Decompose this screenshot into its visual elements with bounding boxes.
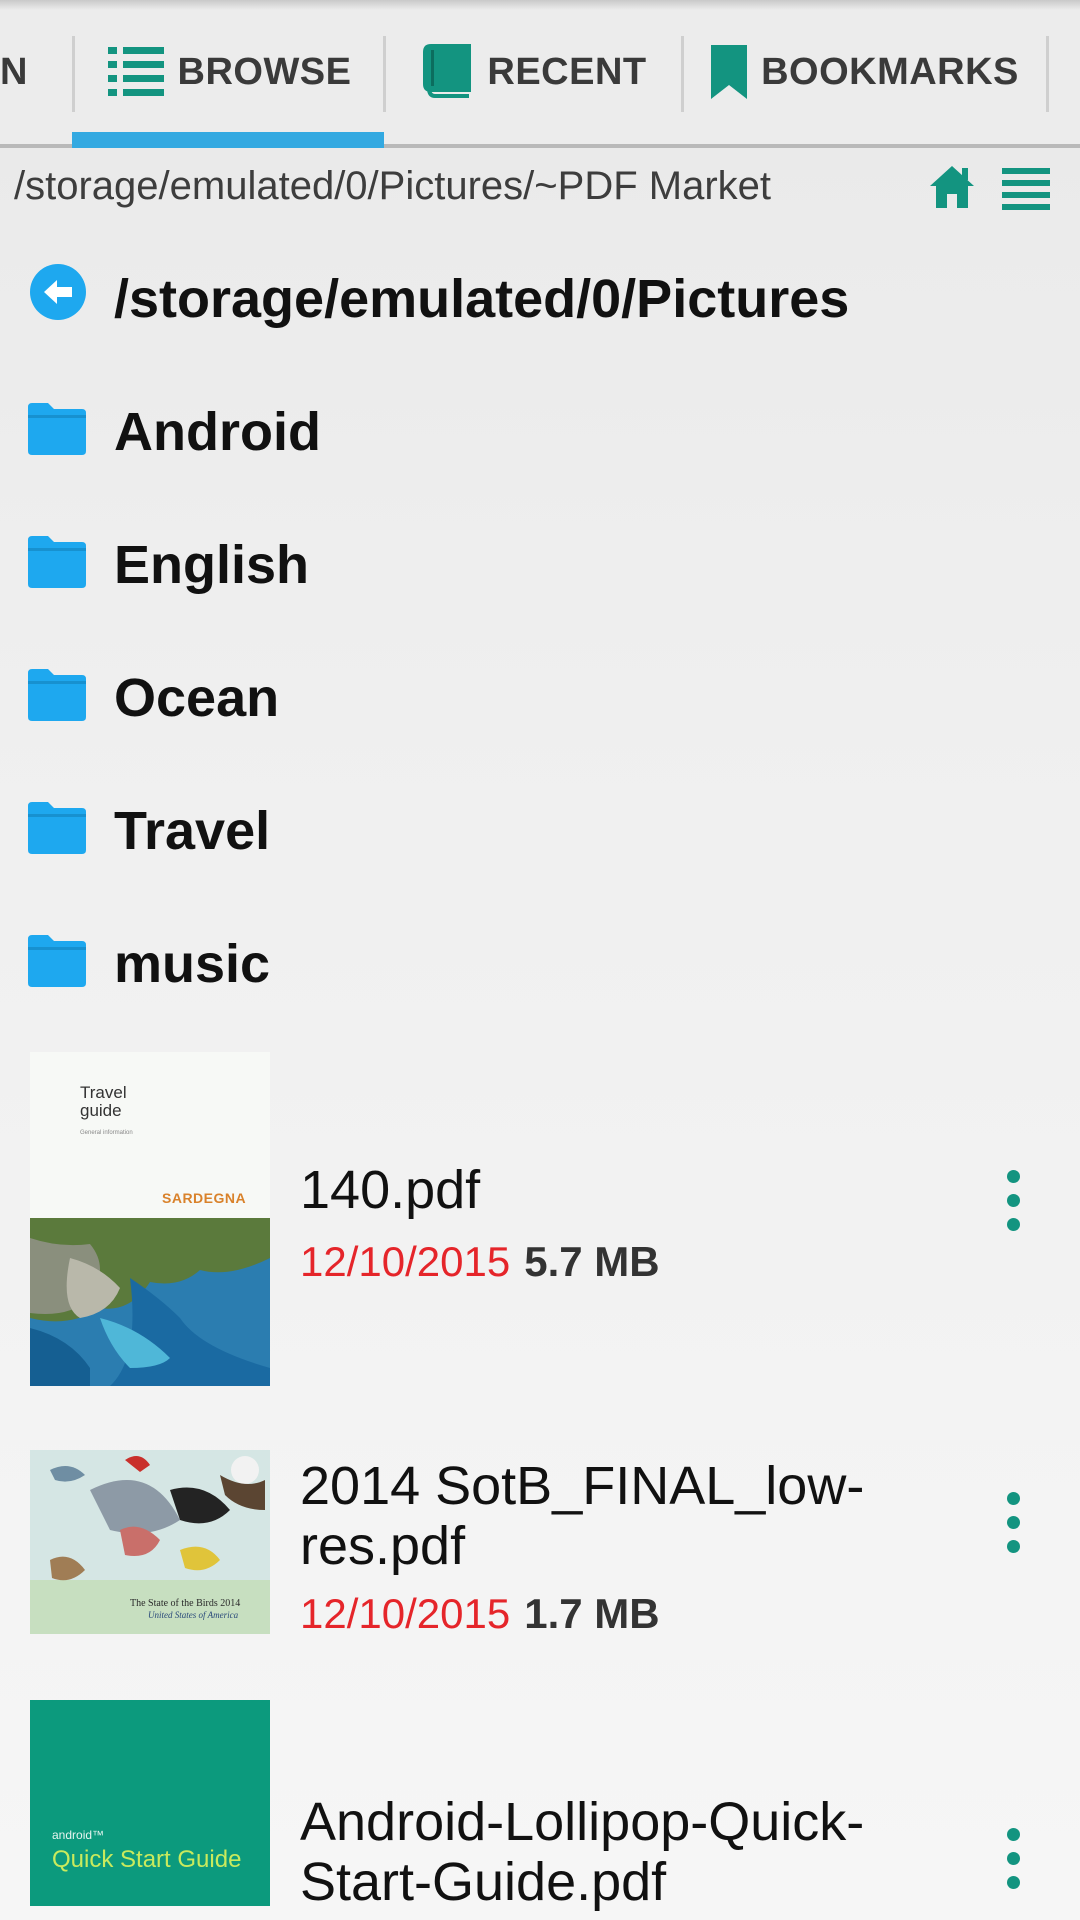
file-date: 12/10/2015	[300, 1238, 511, 1285]
file-row[interactable]: android™ Quick Start Guide Android-Lolli…	[0, 1700, 1080, 1920]
thumb-title: guide	[80, 1101, 122, 1120]
pdf-thumbnail: The State of the Birds 2014 United State…	[30, 1450, 270, 1634]
list-menu-icon[interactable]	[1002, 168, 1050, 210]
tab-label: BROWSE	[177, 50, 352, 93]
more-options-icon[interactable]	[1000, 1170, 1026, 1250]
folder-icon	[28, 935, 86, 987]
file-meta: 12/10/2015 5.7 MB	[300, 1238, 660, 1286]
folder-row[interactable]: music	[0, 893, 1080, 1026]
file-row[interactable]: Travel guide General information SARDEGN…	[0, 1052, 1080, 1388]
file-date: 12/10/2015	[300, 1590, 511, 1637]
parent-directory-row[interactable]: /storage/emulated/0/Pictures	[0, 228, 1080, 361]
selected-tab-indicator	[72, 132, 384, 148]
file-size: 5.7 MB	[524, 1238, 660, 1285]
path-bar: /storage/emulated/0/Pictures/~PDF Market	[0, 150, 1080, 226]
file-row[interactable]: The State of the Birds 2014 United State…	[0, 1450, 1080, 1640]
thumb-subtitle: United States of America	[148, 1610, 239, 1620]
thumb-title: Quick Start Guide	[52, 1846, 242, 1873]
folder-row[interactable]: Android	[0, 361, 1080, 494]
back-arrow-icon	[30, 264, 86, 320]
file-name: 2014 SotB_FINAL_low-res.pdf	[300, 1456, 865, 1576]
home-icon[interactable]	[928, 164, 976, 212]
folder-label: Ocean	[114, 668, 280, 728]
parent-directory-label: /storage/emulated/0/Pictures	[114, 269, 850, 329]
more-options-icon[interactable]	[1000, 1492, 1026, 1572]
folder-label: Travel	[114, 801, 271, 861]
more-options-icon[interactable]	[1000, 1828, 1026, 1908]
thumb-title: The State of the Birds 2014	[130, 1598, 241, 1609]
folder-icon	[28, 536, 86, 588]
thumb-subtitle: General information	[80, 1130, 133, 1136]
bookmark-icon	[711, 45, 748, 99]
folder-row[interactable]: Ocean	[0, 627, 1080, 760]
thumb-brand: android™	[52, 1828, 105, 1842]
thumb-brand: SARDEGNA	[162, 1190, 247, 1206]
pdf-thumbnail: Travel guide General information SARDEGN…	[30, 1052, 270, 1386]
file-meta: 12/10/2015 1.7 MB	[300, 1590, 660, 1638]
folder-icon	[28, 669, 86, 721]
file-size: 1.7 MB	[524, 1590, 660, 1637]
folder-label: English	[114, 535, 310, 595]
folder-icon	[28, 802, 86, 854]
tab-divider	[1046, 36, 1049, 112]
coast-photo	[30, 1218, 270, 1386]
folder-row[interactable]: English	[0, 494, 1080, 627]
tab-label: RECENT	[487, 50, 647, 93]
tab-browse[interactable]: BROWSE	[75, 0, 384, 144]
tab-label: BOOKMARKS	[761, 50, 1019, 93]
list-icon	[107, 47, 164, 97]
tab-open-partial[interactable]: N	[0, 0, 34, 144]
tab-bar: N BROWSE RECENT BOOKMARKS	[0, 0, 1080, 148]
thumb-title: Travel	[80, 1083, 127, 1102]
folder-label: music	[114, 934, 271, 994]
file-name: Android-Lollipop-Quick-Start-Guide.pdf	[300, 1792, 865, 1912]
folder-row[interactable]: Travel	[0, 760, 1080, 893]
file-name: 140.pdf	[300, 1160, 481, 1220]
current-path: /storage/emulated/0/Pictures/~PDF Market	[14, 164, 771, 208]
tab-label: N	[0, 50, 28, 93]
tab-recent[interactable]: RECENT	[386, 0, 682, 144]
book-icon	[421, 44, 473, 100]
pdf-thumbnail: android™ Quick Start Guide	[30, 1700, 270, 1906]
tab-bookmarks[interactable]: BOOKMARKS	[684, 0, 1046, 144]
folder-label: Android	[114, 402, 321, 462]
folder-icon	[28, 403, 86, 455]
